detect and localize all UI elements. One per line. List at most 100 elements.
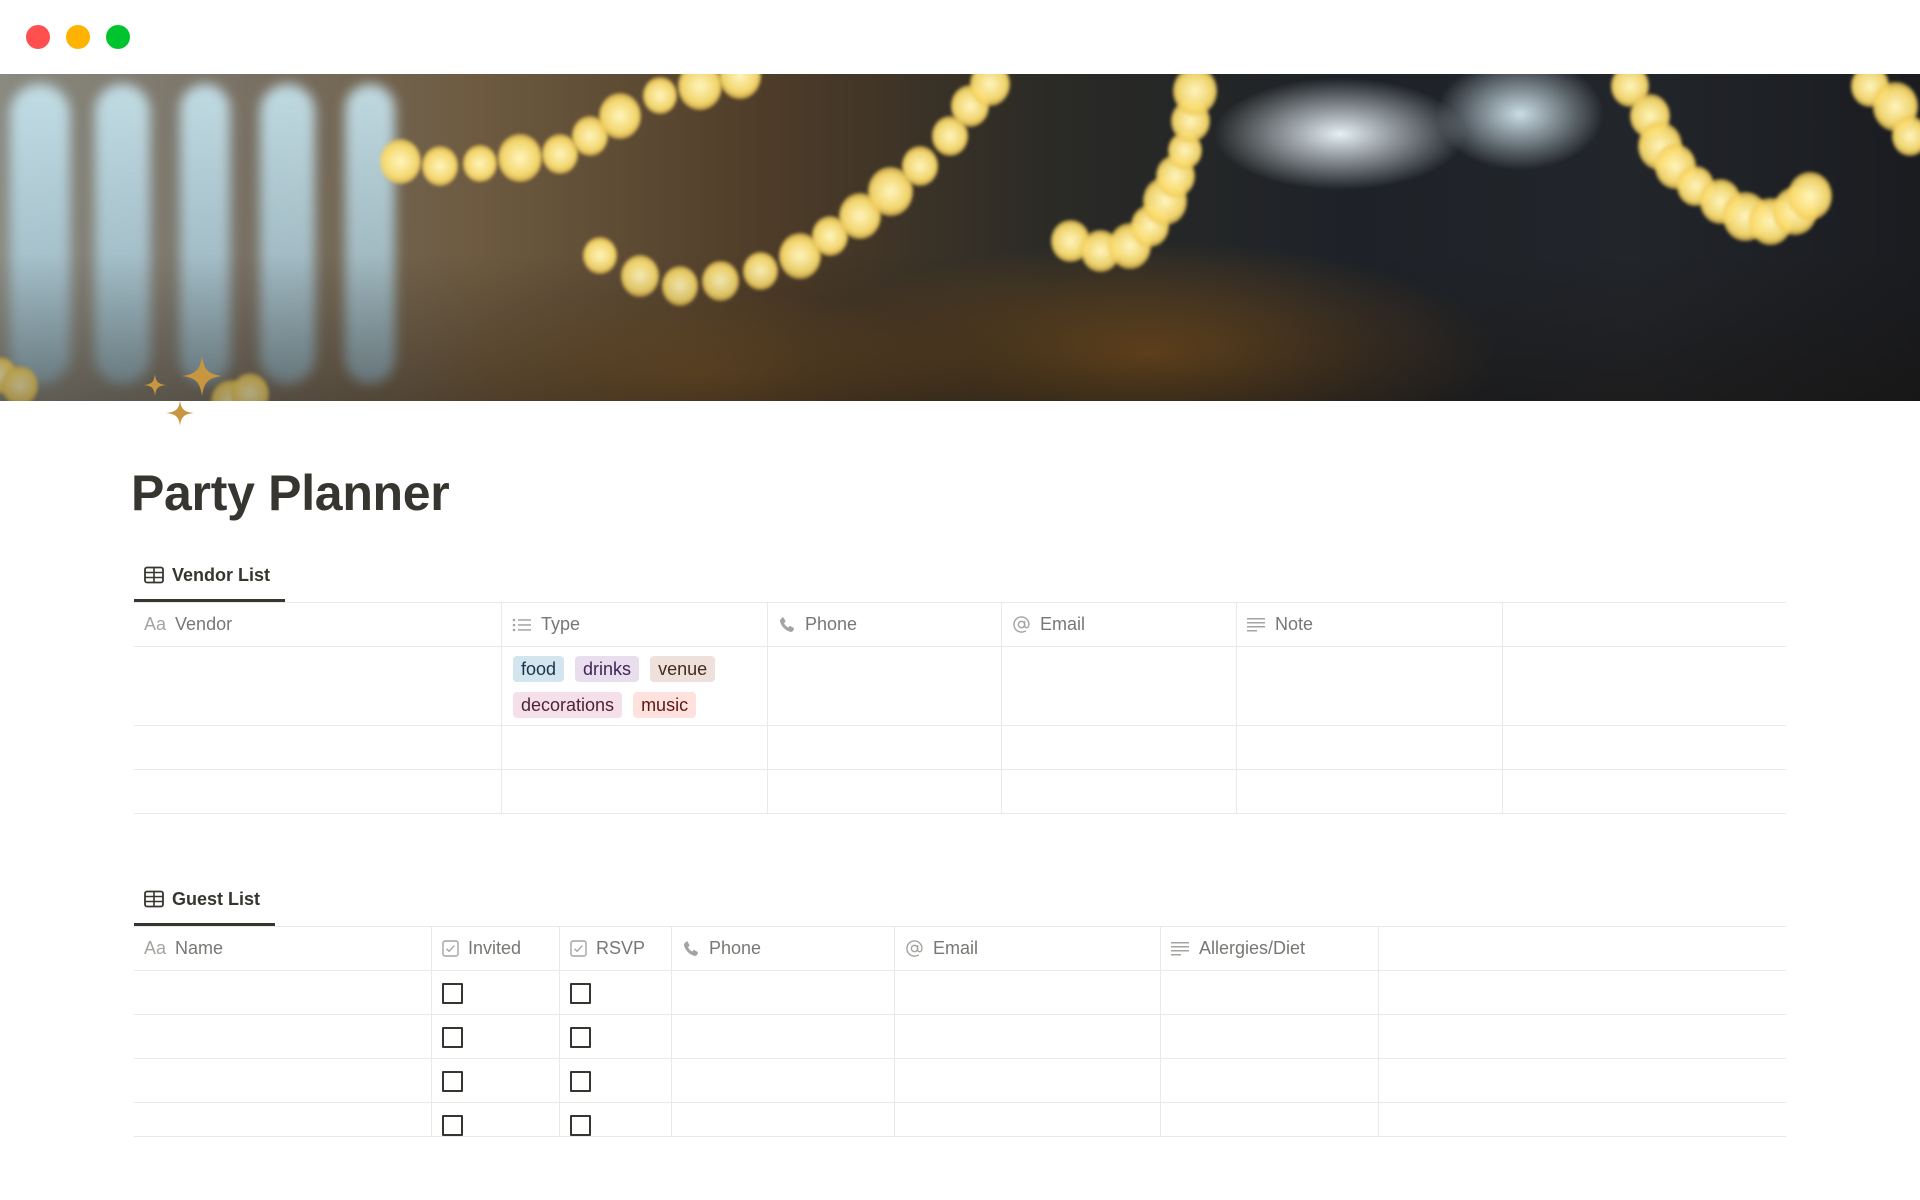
- cell-phone[interactable]: [672, 1103, 895, 1136]
- cell-empty[interactable]: [1503, 726, 1786, 769]
- cell-empty[interactable]: [1379, 1059, 1786, 1102]
- column-header-empty[interactable]: [1503, 603, 1786, 646]
- table-row[interactable]: [134, 1015, 1786, 1059]
- cell-note[interactable]: [1237, 770, 1503, 813]
- cell-email[interactable]: [1002, 647, 1237, 725]
- cell-allergies[interactable]: [1161, 971, 1379, 1014]
- column-header-allergies-diet[interactable]: Allergies/Diet: [1161, 927, 1379, 970]
- rsvp-checkbox[interactable]: [570, 1071, 591, 1092]
- cell-email[interactable]: [1002, 770, 1237, 813]
- rsvp-checkbox[interactable]: [570, 983, 591, 1004]
- cell-email[interactable]: [895, 1059, 1161, 1102]
- cover-shade: [0, 74, 1920, 401]
- cell-note[interactable]: [1237, 726, 1503, 769]
- cell-empty[interactable]: [1379, 1015, 1786, 1058]
- cell-email[interactable]: [895, 1015, 1161, 1058]
- page-cover-image[interactable]: [0, 74, 1920, 401]
- cell-type[interactable]: [502, 770, 768, 813]
- table-row[interactable]: [134, 971, 1786, 1015]
- phone-icon: [682, 940, 700, 958]
- cell-email[interactable]: [895, 1103, 1161, 1136]
- cell-type[interactable]: food drinks venue decorations music: [502, 647, 768, 725]
- column-header-empty[interactable]: [1379, 927, 1786, 970]
- table-row[interactable]: [134, 1103, 1786, 1137]
- close-window-button[interactable]: [26, 25, 50, 49]
- cell-invited[interactable]: [432, 1059, 560, 1102]
- invited-checkbox[interactable]: [442, 1115, 463, 1136]
- cell-invited[interactable]: [432, 1015, 560, 1058]
- rsvp-checkbox[interactable]: [570, 1115, 591, 1136]
- cell-rsvp[interactable]: [560, 1059, 672, 1102]
- table-icon: [144, 890, 164, 908]
- cell-empty[interactable]: [1379, 1103, 1786, 1136]
- cell-invited[interactable]: [432, 971, 560, 1014]
- cell-phone[interactable]: [768, 647, 1002, 725]
- table-header-row: Aa Vendor Type Phone Email Note: [134, 603, 1786, 647]
- tag-decorations[interactable]: decorations: [513, 692, 623, 718]
- table-icon: [144, 566, 164, 584]
- table-row[interactable]: [134, 770, 1786, 814]
- invited-checkbox[interactable]: [442, 983, 463, 1004]
- page-title[interactable]: Party Planner: [131, 468, 450, 518]
- rsvp-checkbox[interactable]: [570, 1027, 591, 1048]
- phone-icon: [778, 616, 796, 634]
- cell-phone[interactable]: [672, 971, 895, 1014]
- tag-venue[interactable]: venue: [650, 656, 716, 682]
- cell-rsvp[interactable]: [560, 971, 672, 1014]
- cell-allergies[interactable]: [1161, 1015, 1379, 1058]
- cell-email[interactable]: [1002, 726, 1237, 769]
- sparkles-icon[interactable]: [138, 356, 250, 440]
- tab-guest-list[interactable]: Guest List: [134, 877, 270, 921]
- multi-select-icon: [512, 617, 532, 633]
- tag-food[interactable]: food: [513, 656, 565, 682]
- column-header-email[interactable]: Email: [895, 927, 1161, 970]
- column-header-vendor[interactable]: Aa Vendor: [134, 603, 502, 646]
- cell-phone[interactable]: [768, 770, 1002, 813]
- tab-vendor-list[interactable]: Vendor List: [134, 553, 280, 597]
- cell-empty[interactable]: [1503, 770, 1786, 813]
- guest-table: Aa Name Invited RSVP Phone Email Allergies/Die…: [134, 926, 1786, 1137]
- cell-empty[interactable]: [1503, 647, 1786, 725]
- window-titlebar: [0, 0, 1920, 74]
- column-header-rsvp[interactable]: RSVP: [560, 927, 672, 970]
- cell-phone[interactable]: [672, 1015, 895, 1058]
- cell-empty[interactable]: [1379, 971, 1786, 1014]
- column-header-phone[interactable]: Phone: [672, 927, 895, 970]
- cell-phone[interactable]: [672, 1059, 895, 1102]
- invited-checkbox[interactable]: [442, 1027, 463, 1048]
- column-header-phone[interactable]: Phone: [768, 603, 1002, 646]
- cell-email[interactable]: [895, 971, 1161, 1014]
- cell-rsvp[interactable]: [560, 1015, 672, 1058]
- table-row[interactable]: food drinks venue decorations music: [134, 647, 1786, 726]
- invited-checkbox[interactable]: [442, 1071, 463, 1092]
- column-header-label: Email: [1040, 614, 1086, 634]
- column-header-invited[interactable]: Invited: [432, 927, 560, 970]
- table-row[interactable]: [134, 726, 1786, 770]
- cell-name[interactable]: [134, 1015, 432, 1058]
- table-header-row: Aa Name Invited RSVP Phone Email Allergies/Die…: [134, 927, 1786, 971]
- cell-name[interactable]: [134, 1059, 432, 1102]
- column-header-note[interactable]: Note: [1237, 603, 1503, 646]
- cell-name[interactable]: [134, 971, 432, 1014]
- cell-vendor[interactable]: [134, 647, 502, 725]
- cell-vendor[interactable]: [134, 726, 502, 769]
- tag-drinks[interactable]: drinks: [575, 656, 640, 682]
- minimize-window-button[interactable]: [66, 25, 90, 49]
- cell-allergies[interactable]: [1161, 1103, 1379, 1136]
- cell-allergies[interactable]: [1161, 1059, 1379, 1102]
- maximize-window-button[interactable]: [106, 25, 130, 49]
- cell-invited[interactable]: [432, 1103, 560, 1136]
- column-header-email[interactable]: Email: [1002, 603, 1237, 646]
- at-sign-icon: [1012, 615, 1031, 634]
- tag-music[interactable]: music: [633, 692, 697, 718]
- cell-vendor[interactable]: [134, 770, 502, 813]
- column-header-label: Type: [541, 614, 581, 634]
- cell-note[interactable]: [1237, 647, 1503, 725]
- cell-rsvp[interactable]: [560, 1103, 672, 1136]
- column-header-type[interactable]: Type: [502, 603, 768, 646]
- cell-type[interactable]: [502, 726, 768, 769]
- column-header-name[interactable]: Aa Name: [134, 927, 432, 970]
- table-row[interactable]: [134, 1059, 1786, 1103]
- cell-phone[interactable]: [768, 726, 1002, 769]
- cell-name[interactable]: [134, 1103, 432, 1136]
